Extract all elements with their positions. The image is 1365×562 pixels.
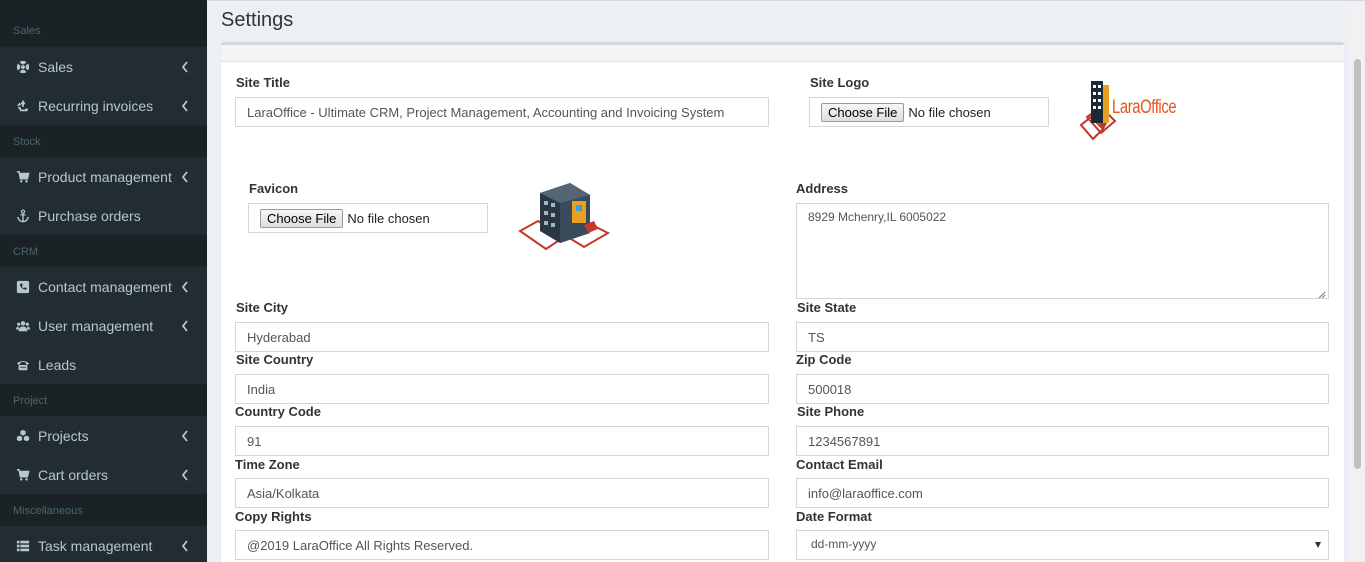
site-logo-choose-file-button[interactable]: Choose File <box>821 102 905 122</box>
site-country-input[interactable]: India <box>235 374 769 404</box>
sidebar-header-label: CRM <box>13 246 39 258</box>
recycle-icon <box>16 99 30 113</box>
country-code-input[interactable]: 91 <box>235 426 769 456</box>
chevron-left-icon <box>181 280 189 293</box>
site-title-label: Site Title <box>236 75 290 90</box>
list-icon <box>16 539 30 553</box>
page-title: Settings <box>221 9 294 31</box>
sidebar: Sales Sales Recurring invoices Stock Pro… <box>0 0 207 562</box>
sidebar-item-purchase-orders[interactable]: Purchase orders <box>0 196 207 235</box>
sidebar-item-label: Recurring invoices <box>38 97 154 114</box>
sidebar-header-label: Miscellaneous <box>13 505 83 517</box>
sidebar-item-label: Sales <box>38 58 74 75</box>
site-state-label: Site State <box>797 300 857 315</box>
favicon-file-status: No file chosen <box>347 210 430 226</box>
address-label: Address <box>796 181 849 196</box>
address-textarea[interactable]: 8929 Mchenry,IL 6005022 <box>796 203 1329 299</box>
scrollbar-thumb[interactable] <box>1354 59 1361 469</box>
main-content: Settings Site Title LaraOffice - Ultimat… <box>207 0 1365 562</box>
sidebar-header-project: Project <box>0 384 207 416</box>
site-city-label: Site City <box>236 300 289 315</box>
sidebar-header-stock: Stock <box>0 125 207 157</box>
favicon-label: Favicon <box>249 181 299 196</box>
sidebar-header-crm: CRM <box>0 235 207 267</box>
sidebar-header-label: Stock <box>13 136 41 148</box>
chevron-left-icon <box>181 60 189 73</box>
sidebar-item-label: User management <box>38 317 154 334</box>
site-country-label: Site Country <box>236 352 314 367</box>
chevron-left-icon <box>181 170 189 183</box>
page-scrollbar[interactable] <box>1350 1 1365 562</box>
site-logo-file-status: No file chosen <box>908 104 991 120</box>
favicon-choose-file-button[interactable]: Choose File <box>260 208 344 228</box>
time-zone-input[interactable]: Asia/Kolkata <box>235 478 769 508</box>
resize-grip-icon[interactable] <box>1318 288 1326 299</box>
site-phone-label: Site Phone <box>797 404 865 419</box>
date-format-value: dd-mm-yyyy <box>811 537 877 551</box>
sidebar-item-cart-orders[interactable]: Cart orders <box>0 455 207 494</box>
site-phone-input[interactable]: 1234567891 <box>796 426 1329 456</box>
sidebar-item-label: Contact management <box>38 278 172 295</box>
zip-code-input[interactable]: 500018 <box>796 374 1329 404</box>
sidebar-item-recurring-invoices[interactable]: Recurring invoices <box>0 86 207 125</box>
sidebar-header-miscellaneous: Miscellaneous <box>0 494 207 526</box>
sidebar-item-label: Product management <box>38 168 172 185</box>
site-city-input[interactable]: Hyderabad <box>235 322 769 352</box>
site-logo-preview: LaraOffice <box>1079 77 1177 147</box>
chevron-left-icon <box>181 99 189 112</box>
phone-icon <box>16 280 30 294</box>
sidebar-item-label: Purchase orders <box>38 207 141 224</box>
site-title-input[interactable]: LaraOffice - Ultimate CRM, Project Manag… <box>235 97 769 127</box>
caret-down-icon <box>1315 542 1321 548</box>
cart-icon <box>16 170 30 184</box>
contact-email-input[interactable]: info@laraoffice.com <box>796 478 1329 508</box>
sidebar-item-label: Leads <box>38 356 77 373</box>
sidebar-item-contact-management[interactable]: Contact management <box>0 267 207 306</box>
settings-form-box: Site Title LaraOffice - Ultimate CRM, Pr… <box>221 42 1344 562</box>
time-zone-label: Time Zone <box>235 457 300 472</box>
date-format-label: Date Format <box>796 509 872 524</box>
cubes-icon <box>16 429 30 443</box>
sidebar-header-sales: Sales <box>0 0 207 47</box>
users-icon <box>16 319 30 333</box>
sidebar-header-label: Sales <box>13 25 41 37</box>
favicon-file-input[interactable]: Choose File No file chosen <box>248 203 488 233</box>
address-value: 8929 Mchenry,IL 6005022 <box>808 210 947 224</box>
anchor-icon <box>16 208 30 223</box>
sidebar-item-projects[interactable]: Projects <box>0 416 207 455</box>
fax-icon <box>16 358 30 372</box>
chevron-left-icon <box>181 319 189 332</box>
sidebar-item-user-management[interactable]: User management <box>0 306 207 345</box>
laraoffice-logo-text: LaraOffice <box>1112 97 1177 118</box>
sidebar-item-sales[interactable]: Sales <box>0 47 207 86</box>
favicon-preview-image <box>518 181 611 253</box>
sidebar-header-label: Project <box>13 395 48 407</box>
sidebar-item-product-management[interactable]: Product management <box>0 157 207 196</box>
chevron-left-icon <box>181 468 189 481</box>
copy-rights-input[interactable]: @2019 LaraOffice All Rights Reserved. <box>235 530 769 560</box>
site-logo-label: Site Logo <box>810 75 870 90</box>
sidebar-item-label: Cart orders <box>38 466 109 483</box>
site-logo-file-input[interactable]: Choose File No file chosen <box>809 97 1049 127</box>
chevron-left-icon <box>181 539 189 552</box>
country-code-label: Country Code <box>235 404 321 419</box>
date-format-select[interactable]: dd-mm-yyyy <box>796 530 1329 560</box>
site-state-input[interactable]: TS <box>796 322 1329 352</box>
sidebar-item-label: Task management <box>38 537 153 554</box>
life-ring-icon <box>16 60 30 74</box>
chevron-left-icon <box>181 429 189 442</box>
contact-email-label: Contact Email <box>796 457 883 472</box>
zip-code-label: Zip Code <box>796 352 852 367</box>
box-header-strip <box>221 45 1344 62</box>
sidebar-item-leads[interactable]: Leads <box>0 345 207 384</box>
copy-rights-label: Copy Rights <box>235 509 312 524</box>
cart-icon <box>16 468 30 482</box>
sidebar-item-task-management[interactable]: Task management <box>0 526 207 562</box>
sidebar-item-label: Projects <box>38 427 89 444</box>
